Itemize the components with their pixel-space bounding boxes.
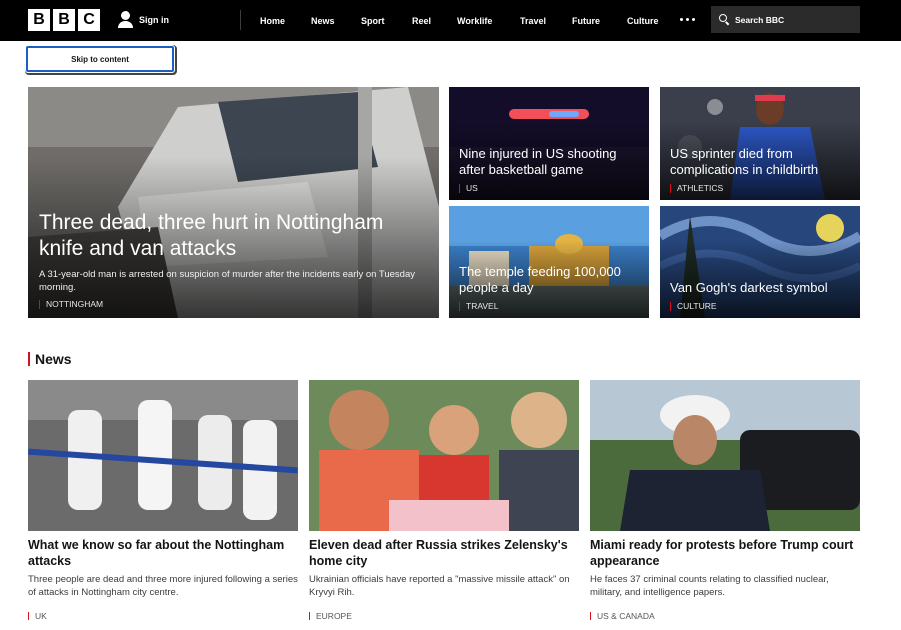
news-card[interactable]: Miami ready for protests before Trump co… xyxy=(590,380,860,621)
section-title-news[interactable]: News xyxy=(28,351,72,367)
hero-story-3[interactable]: The temple feeding 100,000 people a day … xyxy=(449,206,649,318)
headline: Nine injured in US shooting after basket… xyxy=(459,146,617,177)
summary: Three people are dead and three more inj… xyxy=(28,574,298,598)
hero-main-story[interactable]: Three dead, three hurt in Nottingham kni… xyxy=(28,87,439,318)
topic-tag[interactable]: US & CANADA xyxy=(590,611,860,621)
topic-tag[interactable]: EUROPE xyxy=(309,611,579,621)
search-input[interactable]: Search BBC xyxy=(711,6,860,33)
topic-tag[interactable]: NOTTINGHAM xyxy=(39,299,427,309)
top-navigation-bar: B B C Sign in Home News Sport Reel Workl… xyxy=(0,0,901,41)
headline: Eleven dead after Russia strikes Zelensk… xyxy=(309,538,568,568)
more-dots-icon[interactable] xyxy=(680,18,695,21)
headline: Van Gogh's darkest symbol xyxy=(670,280,828,295)
search-placeholder: Search BBC xyxy=(735,14,785,25)
headline: Three dead, three hurt in Nottingham kni… xyxy=(39,211,384,260)
sign-in-label: Sign in xyxy=(139,14,169,25)
news-card[interactable]: What we know so far about the Nottingham… xyxy=(28,380,298,621)
nav-item-travel[interactable]: Travel xyxy=(520,16,572,26)
user-icon xyxy=(118,11,133,28)
story-image xyxy=(590,380,860,531)
nav-item-news[interactable]: News xyxy=(311,16,361,26)
summary: Ukrainian officials have reported a "mas… xyxy=(309,574,570,598)
nav-item-future[interactable]: Future xyxy=(572,16,627,26)
hero-story-2[interactable]: US sprinter died from complications in c… xyxy=(660,87,860,200)
hero-story-1[interactable]: Nine injured in US shooting after basket… xyxy=(449,87,649,200)
summary: He faces 37 criminal counts relating to … xyxy=(590,574,829,598)
logo-letter: C xyxy=(78,9,100,31)
logo-letter: B xyxy=(53,9,75,31)
topic-tag[interactable]: CULTURE xyxy=(670,301,850,311)
topic-tag[interactable]: US xyxy=(459,183,639,193)
topic-tag[interactable]: TRAVEL xyxy=(459,301,639,311)
summary: A 31-year-old man is arrested on suspici… xyxy=(39,269,415,293)
search-icon xyxy=(719,14,730,26)
logo-letter: B xyxy=(28,9,50,31)
topic-tag[interactable]: ATHLETICS xyxy=(670,183,850,193)
nav-divider xyxy=(240,10,241,30)
bbc-logo[interactable]: B B C xyxy=(28,9,100,31)
main-nav: Home News Sport Reel Worklife Travel Fut… xyxy=(260,0,677,41)
headline: Miami ready for protests before Trump co… xyxy=(590,538,854,568)
topic-tag[interactable]: UK xyxy=(28,611,298,621)
nav-item-culture[interactable]: Culture xyxy=(627,16,677,26)
skip-to-content-link[interactable]: Skip to content xyxy=(26,46,174,72)
nav-item-reel[interactable]: Reel xyxy=(412,16,457,26)
hero-story-4[interactable]: Van Gogh's darkest symbol CULTURE xyxy=(660,206,860,318)
nav-item-worklife[interactable]: Worklife xyxy=(457,16,520,26)
nav-item-home[interactable]: Home xyxy=(260,16,311,26)
story-image xyxy=(309,380,579,531)
nav-item-sport[interactable]: Sport xyxy=(361,16,412,26)
news-card[interactable]: Eleven dead after Russia strikes Zelensk… xyxy=(309,380,579,621)
sign-in-link[interactable]: Sign in xyxy=(118,11,169,28)
headline: The temple feeding 100,000 people a day xyxy=(459,264,621,295)
headline: What we know so far about the Nottingham… xyxy=(28,538,285,568)
headline: US sprinter died from complications in c… xyxy=(670,146,819,177)
story-image xyxy=(28,380,298,531)
